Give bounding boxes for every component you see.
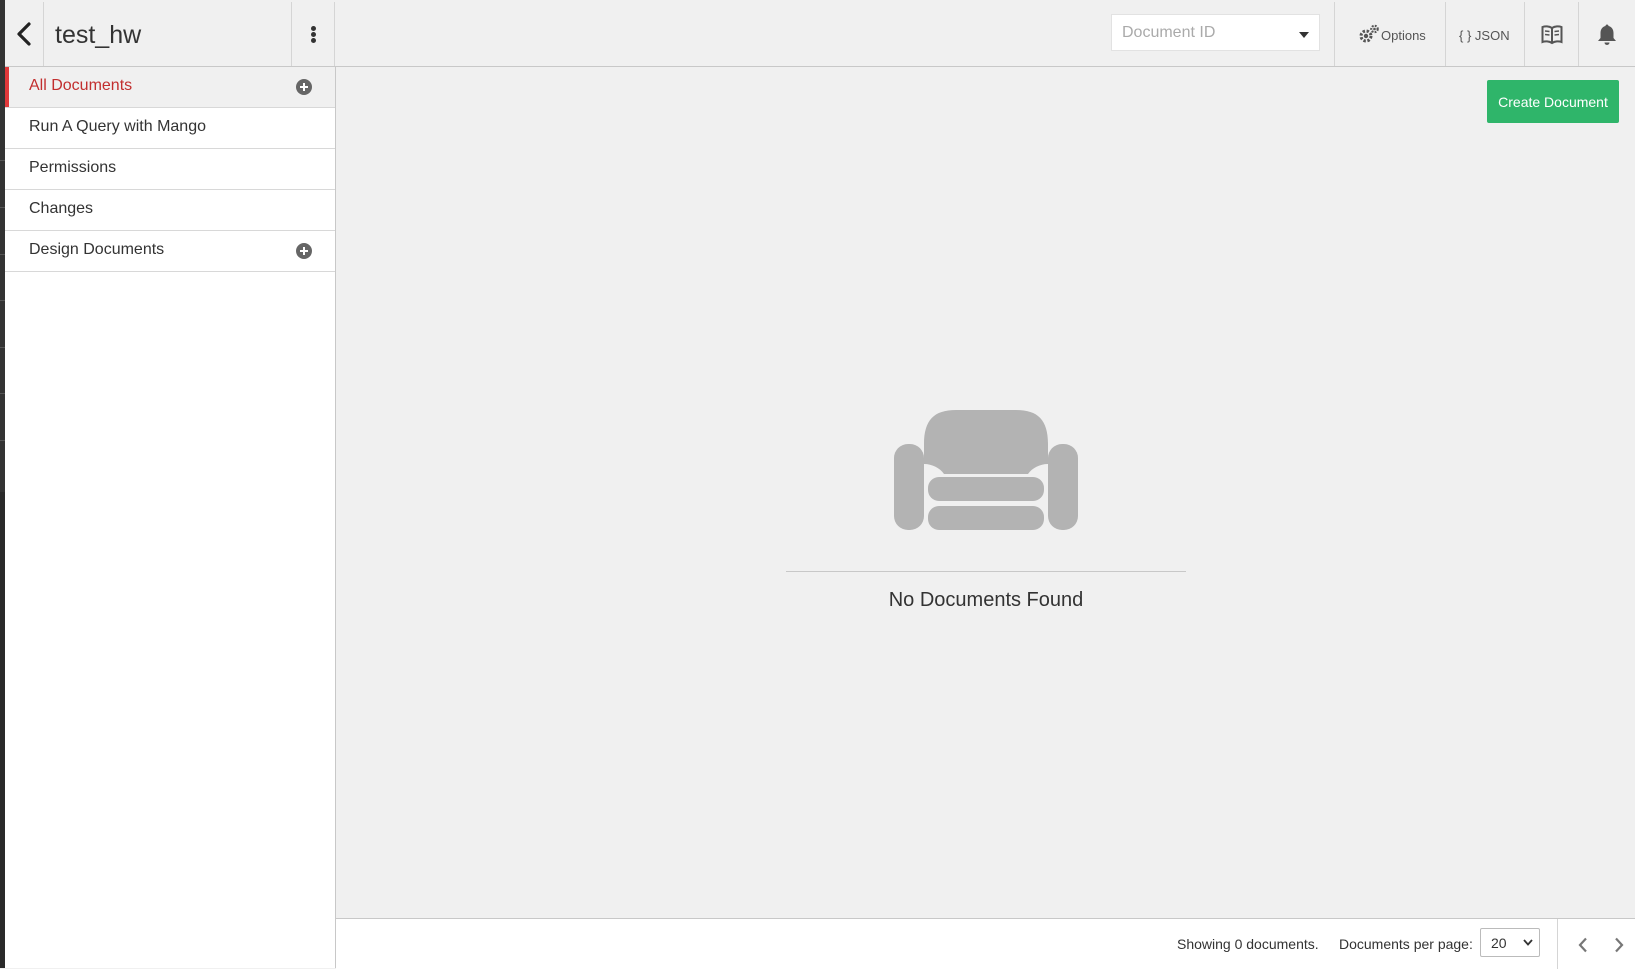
book-icon <box>1541 25 1563 45</box>
document-count-text: Showing 0 documents. <box>1177 936 1319 952</box>
add-document-icon[interactable] <box>296 79 312 95</box>
sidebar-item-permissions[interactable]: Permissions <box>5 149 335 190</box>
options-label: Options <box>1381 28 1426 43</box>
back-arrow-icon <box>17 22 31 46</box>
notifications-button[interactable] <box>1579 2 1635 66</box>
sidebar-item-label: Changes <box>29 200 94 217</box>
sidebar-item-label: All Documents <box>29 77 133 94</box>
sidebar-item-all-documents[interactable]: All Documents <box>5 67 335 108</box>
per-page-value: 20 <box>1491 935 1507 951</box>
divider <box>786 571 1186 572</box>
document-id-placeholder: Document ID <box>1122 24 1216 41</box>
sidebar-item-changes[interactable]: Changes <box>5 190 335 231</box>
gears-icon <box>1359 24 1379 43</box>
sidebar-item-design-documents[interactable]: Design Documents <box>5 231 335 272</box>
next-page-button[interactable] <box>1602 919 1635 969</box>
sidebar-item-label: Run A Query with Mango <box>29 118 206 135</box>
empty-state-message: No Documents Found <box>888 589 1084 611</box>
sidebar-item-mango-query[interactable]: Run A Query with Mango <box>5 108 335 149</box>
bell-icon <box>1598 24 1616 45</box>
chevron-left-icon <box>1578 937 1587 953</box>
pagination-footer: Showing 0 documents. Documents per page:… <box>336 918 1635 969</box>
sidebar-item-label: Design Documents <box>29 241 165 258</box>
back-button[interactable] <box>5 2 44 66</box>
previous-page-button[interactable] <box>1566 919 1600 969</box>
database-title: test_hw <box>55 21 142 49</box>
json-button[interactable]: { } JSON <box>1446 2 1524 66</box>
add-design-document-icon[interactable] <box>296 243 312 259</box>
database-menu-button[interactable] <box>291 2 335 66</box>
options-button[interactable]: Options <box>1335 2 1445 66</box>
header-bar: test_hw Document ID Options { } JSON <box>5 2 1635 67</box>
documentation-button[interactable] <box>1525 2 1578 66</box>
document-id-input[interactable]: Document ID <box>1111 14 1320 51</box>
create-document-button[interactable]: Create Document <box>1487 80 1619 123</box>
per-page-label: Documents per page: <box>1339 936 1473 952</box>
sidebar-nav: All Documents Run A Query with Mango Per… <box>5 67 336 968</box>
sidebar-item-label: Permissions <box>29 159 117 176</box>
chevron-right-icon <box>1615 937 1624 953</box>
json-label: { } JSON <box>1459 28 1510 43</box>
couch-icon <box>894 410 1078 530</box>
divider <box>1557 919 1558 969</box>
caret-down-icon[interactable] <box>1299 32 1309 38</box>
per-page-select[interactable]: 20 <box>1480 928 1540 957</box>
chevron-down-icon <box>1523 939 1533 946</box>
